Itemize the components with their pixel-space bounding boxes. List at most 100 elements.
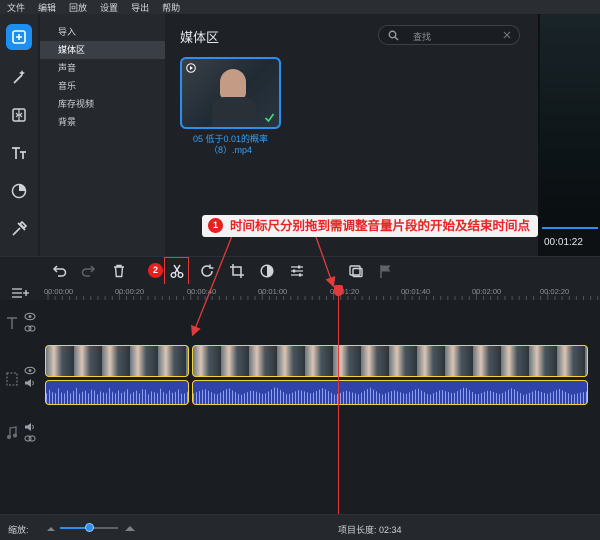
rotate-icon [201, 264, 214, 277]
link-icon[interactable] [24, 324, 36, 333]
split-button[interactable] [169, 263, 185, 279]
timeline-toolbar [0, 256, 600, 285]
film-icon [6, 372, 18, 386]
volume-icon[interactable] [24, 378, 36, 388]
category-import[interactable]: 导入 [40, 23, 165, 41]
search-icon [388, 30, 399, 41]
category-media-bin[interactable]: 媒体区 [40, 41, 165, 59]
marker-button[interactable] [378, 263, 394, 279]
rotate-button[interactable] [199, 263, 215, 279]
stickers-button[interactable] [6, 178, 32, 204]
music-note-icon [7, 426, 17, 439]
playhead-line[interactable] [338, 286, 339, 514]
timeline-area[interactable] [0, 300, 600, 514]
menu-edit[interactable]: 编辑 [38, 1, 56, 14]
ruler-tick-label: 00:00:40 [187, 287, 217, 296]
category-stock-video[interactable]: 库存视频 [40, 95, 165, 113]
instruction-callout: 时间标尺分别拖到需调整音量片段的开始及结束时间点 [202, 215, 539, 237]
step-badge-1: 1 [208, 218, 223, 233]
checkmark-icon [264, 113, 275, 123]
flag-icon [380, 265, 391, 278]
eye-icon[interactable] [24, 366, 36, 375]
link-icon[interactable] [24, 434, 36, 443]
volume-icon[interactable] [24, 422, 36, 432]
audio-clip-2[interactable] [192, 380, 588, 405]
video-clip-2[interactable] [192, 345, 588, 377]
pie-clock-icon [11, 183, 27, 199]
crop-icon [230, 264, 244, 278]
clip-properties-button[interactable] [289, 263, 305, 279]
undo-icon [52, 265, 67, 277]
add-track-button[interactable] [10, 284, 30, 300]
audio-track-header [0, 420, 40, 450]
preview-progress[interactable] [542, 227, 598, 229]
tool-rail [0, 14, 38, 256]
search-input[interactable]: 查找 [378, 25, 520, 45]
media-file-name: 05 低于0.01的概率 （8）.mp4 [192, 134, 269, 155]
media-thumbnail[interactable] [180, 57, 281, 129]
scissors-icon [170, 264, 184, 278]
video-track-header [0, 360, 40, 410]
ruler-tick-label: 00:01:40 [401, 287, 431, 296]
step-badge-2: 2 [148, 263, 163, 278]
ruler-tick-label: 00:02:20 [540, 287, 570, 296]
play-icon [186, 63, 196, 73]
text-track-icon [7, 317, 17, 329]
media-bin-title: 媒体区 [180, 30, 220, 45]
add-media-icon [12, 30, 26, 44]
clear-icon[interactable] [502, 30, 512, 40]
transitions-button[interactable] [6, 102, 32, 128]
video-editor-window: 文件 编辑 回放 设置 导出 帮助 导入 媒体区 声音 音乐 库存视频 背景 媒… [0, 0, 600, 540]
preview-frame [540, 14, 600, 226]
ruler-tick-label: 00:00:00 [44, 287, 74, 296]
menu-help[interactable]: 帮助 [162, 1, 180, 14]
delete-button[interactable] [111, 263, 127, 279]
titles-button[interactable] [6, 140, 32, 166]
more-tools-button[interactable] [6, 216, 32, 242]
menu-bar: 文件 编辑 回放 设置 导出 帮助 [0, 0, 600, 14]
zoom-out-icon[interactable] [46, 523, 56, 533]
playhead-handle[interactable] [334, 285, 343, 296]
export-frame-button[interactable] [348, 263, 364, 279]
zoom-label: 缩放: [8, 525, 29, 535]
time-ruler[interactable]: 00:00:00 00:00:20 00:00:40 00:01:00 00:0… [40, 284, 600, 300]
menu-export[interactable]: 导出 [131, 1, 149, 14]
import-media-button[interactable] [6, 24, 32, 50]
ruler-tick-label: 00:01:00 [258, 287, 288, 296]
transition-icon [12, 108, 26, 122]
menu-settings[interactable]: 设置 [100, 1, 118, 14]
undo-button[interactable] [51, 263, 67, 279]
ruler-tick-label: 00:02:00 [472, 287, 502, 296]
crop-button[interactable] [229, 263, 245, 279]
zoom-in-icon[interactable] [124, 521, 136, 533]
preview-time: 00:01:22 [544, 237, 583, 248]
color-adjust-button[interactable] [259, 263, 275, 279]
category-background[interactable]: 背景 [40, 113, 165, 131]
filters-button[interactable] [6, 64, 32, 90]
text-icon [12, 147, 26, 159]
status-bar: 缩放: 项目长度: 02:34 [0, 514, 600, 540]
menu-file[interactable]: 文件 [7, 1, 25, 14]
project-length: 项目长度: 02:34 [338, 525, 402, 535]
redo-icon [81, 265, 96, 277]
redo-button[interactable] [81, 263, 97, 279]
category-music[interactable]: 音乐 [40, 77, 165, 95]
instruction-text: 时间标尺分别拖到需调整音量片段的开始及结束时间点 [230, 219, 531, 233]
frame-icon [349, 265, 363, 278]
contrast-icon [260, 264, 274, 278]
ruler-tick-label: 00:00:20 [115, 287, 145, 296]
category-sound[interactable]: 声音 [40, 59, 165, 77]
magic-wand-icon [13, 70, 25, 84]
media-category-list: 导入 媒体区 声音 音乐 库存视频 背景 [40, 14, 165, 256]
preview-player: 00:01:22 [538, 14, 600, 256]
video-clip-1[interactable] [45, 345, 189, 377]
tools-icon [12, 220, 28, 236]
eye-icon[interactable] [24, 312, 36, 321]
audio-clip-1[interactable] [45, 380, 189, 405]
search-placeholder: 查找 [413, 32, 432, 42]
zoom-slider-knob[interactable] [84, 523, 94, 532]
add-track-icon [12, 288, 29, 298]
trash-icon [114, 264, 124, 278]
menu-playback[interactable]: 回放 [69, 1, 87, 14]
text-track-header [0, 310, 40, 336]
